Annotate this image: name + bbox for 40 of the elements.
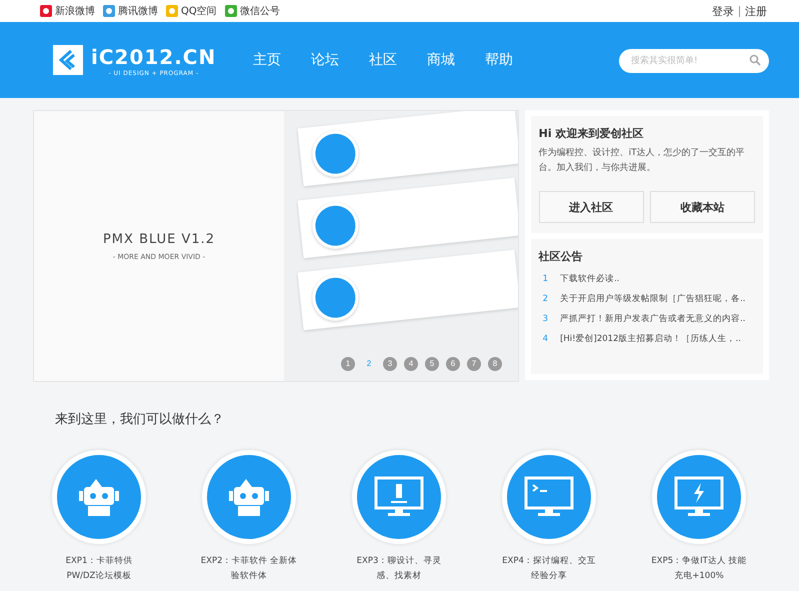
search-field[interactable]: 搜索其实很简单!	[619, 49, 769, 73]
notice-link[interactable]: 下载软件必读..	[560, 273, 620, 285]
monitor-lightning-icon	[674, 476, 724, 518]
feature-caption: EXP1：卡菲特供 PW/DZ论坛模板	[64, 555, 134, 583]
nav-link[interactable]: 主页	[253, 47, 281, 73]
nav-link[interactable]: 社区	[369, 47, 397, 73]
logo-text: iC2012.CN	[91, 44, 216, 70]
logo-icon	[103, 5, 115, 17]
account-link[interactable]: 注册	[745, 4, 767, 18]
nav-link[interactable]: 商城	[427, 47, 455, 73]
action-button[interactable]: 进入社区	[538, 191, 644, 223]
search-icon	[749, 54, 761, 66]
account-link[interactable]: 登录	[712, 4, 734, 18]
notice-link[interactable]: 严抓严打！新用户发表广告或者无意义的内容..	[560, 313, 746, 325]
welcome-text: 作为编程控、设计控、iT达人，怎少的了一交互的平台。加入我们，与你共进展。	[538, 146, 746, 175]
social-link[interactable]: 微信公号	[224, 4, 280, 18]
nav-link[interactable]: 帮助	[485, 47, 513, 73]
feature-caption: EXP5：争做IT达人 技能充电+100%	[650, 555, 748, 583]
nav-link[interactable]: 论坛	[311, 47, 339, 73]
monitor-pencil-icon	[374, 476, 424, 518]
notice-number: 2	[542, 294, 548, 304]
monitor-terminal-icon	[524, 476, 574, 518]
feature-caption: EXP2：卡菲软件 全新体验软件体	[200, 555, 298, 583]
notice-number: 1	[542, 274, 548, 284]
feature-caption: EXP4：探讨编程、交互经验分享	[501, 554, 597, 583]
notice-link[interactable]: [Hi!爱创]2012版主招募启动！［历练人生，..	[560, 333, 741, 345]
social-link[interactable]: 新浪微博	[40, 4, 95, 18]
feature-caption: EXP3：聊设计、寻灵感、找素材	[356, 555, 442, 583]
notice-number: 3	[542, 314, 548, 324]
notice-link[interactable]: 关于开启用户等级发帖限制［广告猖狂呢，各..	[560, 293, 746, 305]
social-link[interactable]: 腾讯微博	[103, 4, 158, 18]
banner-title: PMX BLUE V1.2	[102, 232, 216, 246]
notice-number: 4	[542, 334, 548, 344]
action-button[interactable]: 收藏本站	[650, 191, 755, 223]
welcome-title: Hi 欢迎来到爱创社区	[538, 126, 644, 141]
notice-title: 社区公告	[538, 249, 584, 264]
section-heading: 来到这里，我们可以做什么？	[54, 411, 225, 428]
logo-icon	[53, 45, 83, 75]
social-link[interactable]: QQ空间	[166, 4, 217, 18]
logo-icon	[40, 5, 52, 17]
